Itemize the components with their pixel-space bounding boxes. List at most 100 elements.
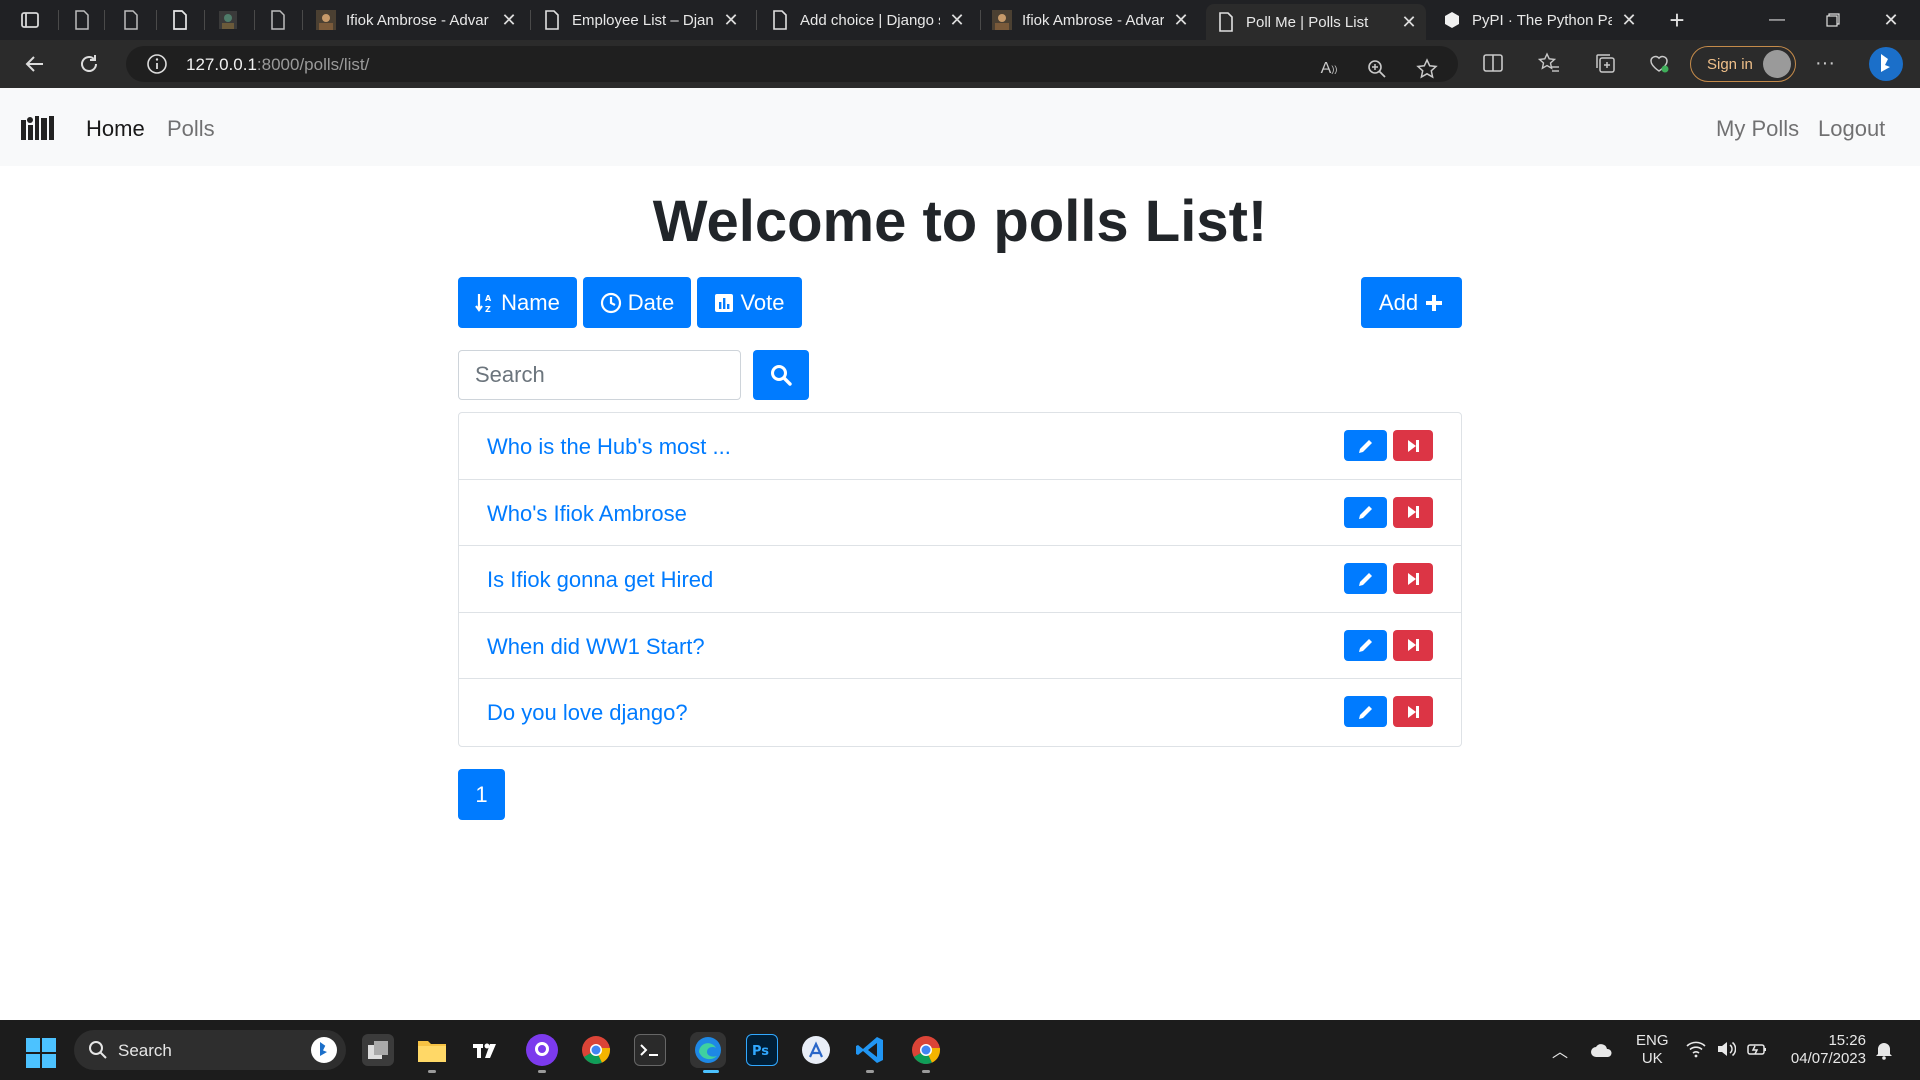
battery-icon[interactable] <box>1746 1040 1768 1062</box>
edit-poll-button[interactable] <box>1344 430 1387 461</box>
chrome-icon[interactable] <box>580 1034 612 1066</box>
browser-tab[interactable]: Ifiok Ambrose - Advar ✕ <box>306 4 526 36</box>
svg-text:Z: Z <box>485 305 491 314</box>
brand-logo-icon[interactable] <box>20 114 56 142</box>
close-window-icon[interactable]: ✕ <box>1876 8 1906 32</box>
delete-poll-button[interactable] <box>1393 696 1433 728</box>
windows-start-icon[interactable] <box>26 1038 56 1068</box>
plus-icon <box>1426 294 1443 311</box>
edit-poll-button[interactable] <box>1344 563 1387 595</box>
pencil-icon <box>1358 705 1372 719</box>
edit-poll-button[interactable] <box>1344 496 1387 528</box>
search-button[interactable] <box>753 350 809 400</box>
file-explorer-icon[interactable] <box>416 1034 448 1066</box>
avatar-favicon-icon <box>992 10 1012 30</box>
terminal-icon[interactable] <box>634 1034 666 1066</box>
sort-by-date-button[interactable]: Date <box>583 277 691 328</box>
edit-poll-button[interactable] <box>1344 629 1387 661</box>
poll-link[interactable]: Is Ifiok gonna get Hired <box>487 567 713 593</box>
sort-by-name-button[interactable]: AZ Name <box>458 277 577 328</box>
new-tab-icon[interactable]: + <box>1662 5 1692 35</box>
bar-chart-icon <box>715 293 734 312</box>
page-favicon-icon <box>770 10 790 30</box>
edit-poll-button[interactable] <box>1344 696 1387 728</box>
address-bar[interactable]: 127.0.0.1:8000/polls/list/ A)) <box>126 46 1458 82</box>
close-tab-icon[interactable]: ✕ <box>1170 9 1192 31</box>
zoom-icon[interactable] <box>1364 56 1390 82</box>
split-screen-icon[interactable] <box>1480 50 1506 76</box>
poll-link[interactable]: Who's Ifiok Ambrose <box>487 501 687 527</box>
task-view-icon[interactable] <box>362 1034 394 1066</box>
poll-link[interactable]: Who is the Hub's most ... <box>487 434 731 460</box>
sign-in-button[interactable]: Sign in <box>1690 46 1796 82</box>
search-input[interactable] <box>458 350 741 400</box>
browser-tab-active[interactable]: Poll Me | Polls List ✕ <box>1206 4 1426 40</box>
pinned-tab-page-icon[interactable] <box>68 6 96 34</box>
add-poll-button[interactable]: Add <box>1361 277 1462 328</box>
onedrive-icon[interactable] <box>1590 1042 1614 1062</box>
nav-logout-link[interactable]: Logout <box>1818 116 1885 142</box>
pinned-tab-page-icon[interactable] <box>264 6 292 34</box>
tradingview-icon[interactable] <box>470 1034 502 1066</box>
close-tab-icon[interactable]: ✕ <box>498 9 520 31</box>
delete-poll-button[interactable] <box>1393 496 1433 528</box>
github-icon[interactable] <box>526 1034 558 1066</box>
photoshop-icon[interactable]: Ps <box>746 1034 778 1066</box>
read-aloud-icon[interactable]: A)) <box>1316 56 1342 82</box>
page-favicon-icon <box>1216 12 1236 32</box>
close-tab-icon[interactable]: ✕ <box>1618 9 1640 31</box>
taskbar-search-box[interactable]: Search <box>74 1030 346 1070</box>
list-item: When did WW1 Start? <box>459 613 1461 680</box>
nav-my-polls-link[interactable]: My Polls <box>1716 116 1799 142</box>
pinned-tab-avatar-icon[interactable] <box>214 6 242 34</box>
browser-tab[interactable]: Ifiok Ambrose - Advar ✕ <box>982 4 1198 36</box>
notifications-bell-icon[interactable] <box>1874 1040 1894 1064</box>
bing-copilot-icon[interactable] <box>1868 46 1904 82</box>
pinned-tab-page-icon[interactable] <box>117 6 145 34</box>
refresh-icon[interactable] <box>74 50 104 78</box>
page-title: Welcome to polls List! <box>652 189 1268 254</box>
browser-tab[interactable]: Add choice | Django s ✕ <box>760 4 974 36</box>
sort-by-vote-button[interactable]: Vote <box>697 277 802 328</box>
clock[interactable]: 15:26 04/07/2023 <box>1786 1032 1866 1068</box>
browser-tab[interactable]: PyPI · The Python Pac ✕ <box>1432 4 1646 36</box>
site-info-icon[interactable] <box>146 53 168 80</box>
poll-link[interactable]: Do you love django? <box>487 700 688 726</box>
app-store-icon[interactable] <box>800 1034 832 1066</box>
delete-poll-button[interactable] <box>1393 629 1433 661</box>
more-menu-icon[interactable]: ··· <box>1812 50 1838 76</box>
list-item: Who's Ifiok Ambrose <box>459 480 1461 547</box>
collections-icon[interactable] <box>1592 50 1618 76</box>
tab-actions-icon[interactable] <box>18 8 42 32</box>
poll-link[interactable]: When did WW1 Start? <box>487 634 705 660</box>
pencil-icon <box>1358 506 1372 520</box>
language-indicator[interactable]: ENG UK <box>1636 1032 1669 1068</box>
pinned-tab-page-icon[interactable] <box>166 6 194 34</box>
delete-poll-button[interactable] <box>1393 563 1433 595</box>
show-hidden-icons-icon[interactable]: ︿ <box>1552 1038 1568 1062</box>
delete-poll-button[interactable] <box>1393 430 1433 461</box>
close-tab-icon[interactable]: ✕ <box>1398 11 1420 33</box>
chrome-canary-icon[interactable] <box>910 1034 942 1066</box>
close-tab-icon[interactable]: ✕ <box>946 9 968 31</box>
step-forward-icon <box>1408 705 1419 718</box>
minimize-icon[interactable]: — <box>1762 8 1792 32</box>
restore-icon[interactable] <box>1818 8 1848 32</box>
browser-essentials-icon[interactable] <box>1646 50 1672 76</box>
favorite-star-icon[interactable] <box>1414 56 1440 82</box>
wifi-icon[interactable] <box>1686 1040 1706 1062</box>
volume-icon[interactable] <box>1716 1040 1737 1062</box>
search-icon <box>89 1041 107 1059</box>
favorites-icon[interactable] <box>1536 50 1562 76</box>
close-tab-icon[interactable]: ✕ <box>720 9 742 31</box>
page-favicon-icon <box>542 10 562 30</box>
nav-polls-link[interactable]: Polls <box>167 116 215 142</box>
back-icon[interactable] <box>20 50 50 78</box>
profile-avatar-icon <box>1763 50 1791 78</box>
svg-text:A: A <box>485 294 492 303</box>
nav-home-link[interactable]: Home <box>86 116 145 142</box>
vscode-icon[interactable] <box>854 1034 886 1066</box>
edge-icon[interactable] <box>690 1032 726 1068</box>
pagination-page-1[interactable]: 1 <box>458 769 505 820</box>
browser-tab[interactable]: Employee List – Djang ✕ <box>532 4 748 36</box>
